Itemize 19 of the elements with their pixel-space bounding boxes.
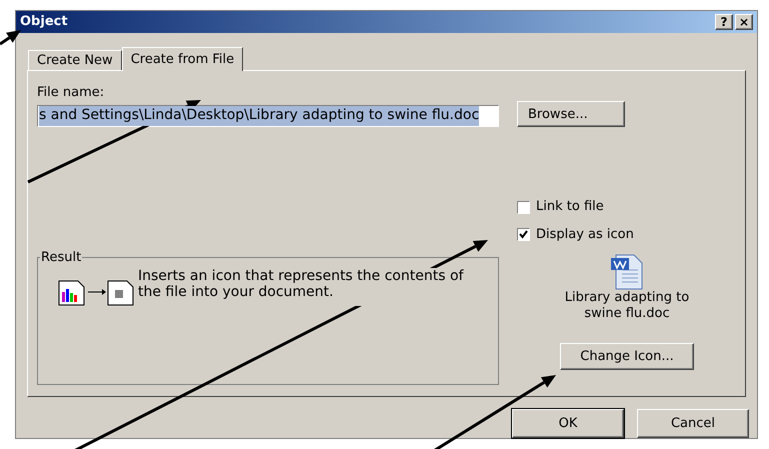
help-button[interactable]: ?	[715, 14, 733, 30]
checkbox-option[interactable]: Link to file	[517, 197, 736, 217]
field-label: File name:	[37, 84, 106, 102]
checkbox[interactable]	[517, 228, 530, 242]
browse-button[interactable]: Browse...	[517, 101, 625, 128]
close-button[interactable]: ×	[735, 14, 753, 30]
window-title: Object	[20, 13, 68, 32]
checkbox[interactable]	[517, 200, 530, 214]
embed-conversion-icon	[58, 278, 134, 306]
checkbox-option[interactable]: Display as icon	[517, 224, 736, 244]
change-icon-button[interactable]: Change Icon...	[560, 343, 694, 370]
file-name-field[interactable]: s and Settings\Linda\Desktop\Library adapting to swine flu.doc	[37, 104, 499, 127]
document-icon	[610, 254, 644, 290]
ok-button[interactable]: OK	[512, 409, 624, 438]
cancel-button[interactable]: Cancel	[637, 409, 749, 438]
tab[interactable]: Create from File	[122, 47, 244, 72]
tab[interactable]: Create New	[28, 50, 122, 70]
icon-caption: Library adapting to swine flu.doc	[564, 290, 690, 322]
arrow	[0, 30, 21, 46]
